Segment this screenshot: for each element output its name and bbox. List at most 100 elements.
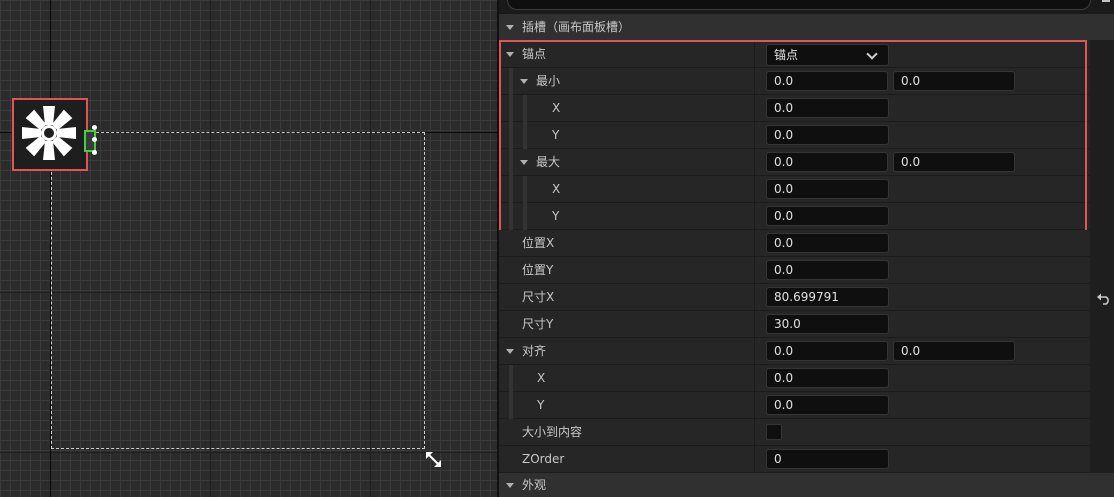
alignment-y-label: Y: [537, 398, 545, 412]
column-splitter: [754, 338, 755, 364]
size-y-label: 尺寸Y: [522, 317, 554, 331]
property-row-maximum-y: Y 0.0: [499, 203, 1090, 230]
position-y-field[interactable]: 0.0: [766, 260, 889, 280]
minimum-label: 最小: [536, 74, 561, 88]
category-slot[interactable]: 插槽（画布面板槽）: [499, 14, 1114, 40]
property-row-minimum: 最小 0.0 0.0: [499, 68, 1090, 95]
minimum-y-field[interactable]: 0.0: [893, 71, 1015, 91]
expand-arrow-icon[interactable]: [520, 79, 528, 84]
property-row-maximum: 最大 0.0 0.0: [499, 149, 1090, 176]
expand-arrow-icon[interactable]: [506, 349, 514, 354]
maximum-x-field[interactable]: 0.0: [766, 152, 888, 172]
size-to-content-checkbox[interactable]: [766, 424, 782, 440]
indent-guide: [509, 149, 513, 176]
category-appearance[interactable]: 外观: [499, 473, 1114, 497]
chevron-down-icon: [866, 48, 878, 60]
anchors-dropdown[interactable]: 锚点: [766, 44, 889, 66]
anchor-flower-icon[interactable]: [17, 102, 81, 164]
reset-to-default-icon[interactable]: [1096, 291, 1112, 305]
indent-guide: [509, 392, 513, 419]
column-splitter: [754, 149, 755, 175]
property-row-maximum-x: X 0.0: [499, 176, 1090, 203]
property-row-zorder: ZOrder 0: [499, 446, 1090, 473]
property-row-alignment: 对齐 0.0 0.0: [499, 338, 1090, 365]
details-panel: 插槽（画布面板槽） 锚点 锚点 最小 0.0 0.0 X 0.0 Y 0.0 最…: [499, 0, 1114, 497]
expand-arrow-icon[interactable]: [520, 160, 528, 165]
property-row-size-to-content: 大小到内容: [499, 419, 1090, 446]
property-row-size-x: 尺寸X 80.699791: [499, 284, 1090, 311]
minimum-x-field[interactable]: 0.0: [766, 71, 888, 91]
indent-guide: [509, 176, 513, 203]
column-splitter: [754, 311, 755, 337]
alignment-x-value-field[interactable]: 0.0: [766, 368, 889, 388]
minimum-x-value-field[interactable]: 0.0: [766, 98, 889, 118]
property-row-alignment-x: X 0.0: [499, 365, 1090, 392]
column-splitter: [754, 203, 755, 229]
property-row-position-y: 位置Y 0.0: [499, 257, 1090, 284]
indent-guide: [523, 122, 527, 149]
resize-handle-dot[interactable]: [92, 125, 97, 130]
column-splitter: [754, 446, 755, 472]
alignment-x-label: X: [537, 371, 546, 385]
maximum-y-field[interactable]: 0.0: [893, 152, 1015, 172]
details-search-input[interactable]: [507, 0, 1091, 10]
property-row-size-y: 尺寸Y 30.0: [499, 311, 1090, 338]
expand-arrow-icon[interactable]: [506, 52, 514, 57]
position-x-field[interactable]: 0.0: [766, 233, 889, 253]
indent-guide: [509, 95, 513, 122]
maximum-label: 最大: [536, 155, 561, 169]
category-slot-label: 插槽（画布面板槽）: [522, 20, 631, 34]
column-splitter: [754, 230, 755, 256]
selected-widget-bounds[interactable]: [51, 132, 425, 449]
indent-guide: [523, 203, 527, 230]
resize-arrow-icon[interactable]: [424, 450, 444, 470]
size-x-label: 尺寸X: [522, 290, 555, 304]
category-appearance-label: 外观: [522, 478, 547, 492]
property-row-minimum-x: X 0.0: [499, 95, 1090, 122]
property-row-position-x: 位置X 0.0: [499, 230, 1090, 257]
panel-options-icon[interactable]: [1102, 0, 1110, 10]
search-strip: [499, 0, 1114, 14]
minimum-x-label: X: [552, 101, 561, 115]
indent-guide: [509, 122, 513, 149]
indent-guide: [509, 203, 513, 230]
property-row-alignment-y: Y 0.0: [499, 392, 1090, 419]
column-splitter: [754, 95, 755, 121]
maximum-x-label: X: [552, 182, 561, 196]
property-row-anchors: 锚点 锚点: [499, 41, 1090, 68]
expand-arrow-icon[interactable]: [506, 483, 514, 488]
column-splitter: [754, 365, 755, 391]
minimum-y-value-field[interactable]: 0.0: [766, 125, 889, 145]
size-y-field[interactable]: 30.0: [766, 314, 889, 334]
column-splitter[interactable]: [754, 41, 755, 67]
indent-guide: [509, 365, 513, 392]
position-y-label: 位置Y: [522, 263, 554, 277]
size-x-field[interactable]: 80.699791: [766, 287, 889, 307]
indent-guide: [523, 95, 527, 122]
alignment-label: 对齐: [522, 344, 547, 358]
grid-line: [0, 452, 497, 453]
maximum-x-value-field[interactable]: 0.0: [766, 179, 889, 199]
size-to-content-label: 大小到内容: [522, 425, 583, 439]
property-row-minimum-y: Y 0.0: [499, 122, 1090, 149]
expand-arrow-icon[interactable]: [506, 25, 514, 30]
resize-handle-dot[interactable]: [92, 150, 97, 155]
alignment-y-field[interactable]: 0.0: [893, 341, 1015, 361]
scrollbar-track[interactable]: [1090, 40, 1114, 497]
column-splitter: [754, 392, 755, 418]
zorder-field[interactable]: 0: [766, 449, 889, 469]
column-splitter: [754, 68, 755, 94]
indent-guide: [509, 68, 513, 95]
column-splitter: [754, 176, 755, 202]
column-splitter: [754, 419, 755, 445]
minimum-y-label: Y: [552, 128, 560, 142]
column-splitter: [754, 284, 755, 310]
zorder-label: ZOrder: [522, 452, 565, 466]
designer-viewport[interactable]: [0, 0, 497, 497]
resize-handle-dot[interactable]: [92, 137, 97, 142]
anchors-dropdown-value: 锚点: [774, 48, 799, 62]
maximum-y-value-field[interactable]: 0.0: [766, 206, 889, 226]
indent-guide: [523, 176, 527, 203]
alignment-x-field[interactable]: 0.0: [766, 341, 888, 361]
alignment-y-value-field[interactable]: 0.0: [766, 395, 889, 415]
